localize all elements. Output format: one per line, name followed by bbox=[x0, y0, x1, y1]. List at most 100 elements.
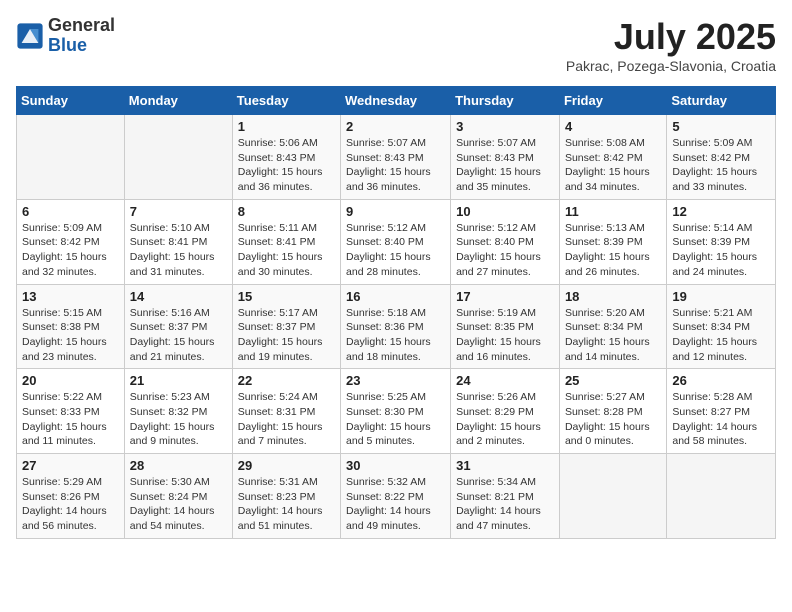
calendar-day-cell: 29 Sunrise: 5:31 AM Sunset: 8:23 PM Dayli… bbox=[232, 454, 340, 539]
calendar-day-cell: 20 Sunrise: 5:22 AM Sunset: 8:33 PM Dayli… bbox=[17, 369, 125, 454]
day-number: 3 bbox=[456, 119, 554, 134]
day-info: Sunrise: 5:14 AM Sunset: 8:39 PM Dayligh… bbox=[672, 221, 770, 280]
calendar-day-cell: 22 Sunrise: 5:24 AM Sunset: 8:31 PM Dayli… bbox=[232, 369, 340, 454]
day-info: Sunrise: 5:18 AM Sunset: 8:36 PM Dayligh… bbox=[346, 306, 445, 365]
calendar-day-cell: 18Sunrise: 5:20 AM Sunset: 8:34 PM Dayli… bbox=[559, 284, 666, 369]
day-info: Sunrise: 5:13 AM Sunset: 8:39 PM Dayligh… bbox=[565, 221, 661, 280]
day-info: Sunrise: 5:15 AM Sunset: 8:38 PM Dayligh… bbox=[22, 306, 119, 365]
logo-blue: Blue bbox=[48, 36, 115, 56]
day-info: Sunrise: 5:11 AM Sunset: 8:41 PM Dayligh… bbox=[238, 221, 335, 280]
day-info: Sunrise: 5:21 AM Sunset: 8:34 PM Dayligh… bbox=[672, 306, 770, 365]
calendar-week-row: 20 Sunrise: 5:22 AM Sunset: 8:33 PM Dayli… bbox=[17, 369, 776, 454]
day-info: Sunrise: 5:19 AM Sunset: 8:35 PM Dayligh… bbox=[456, 306, 554, 365]
day-number: 11 bbox=[565, 204, 661, 219]
calendar-day-cell: 26 Sunrise: 5:28 AM Sunset: 8:27 PM Dayli… bbox=[667, 369, 776, 454]
day-info: Sunrise: 5:31 AM Sunset: 8:23 PM Dayligh… bbox=[238, 475, 335, 534]
day-info: Sunrise: 5:07 AM Sunset: 8:43 PM Dayligh… bbox=[456, 136, 554, 195]
day-info: Sunrise: 5:09 AM Sunset: 8:42 PM Dayligh… bbox=[22, 221, 119, 280]
calendar-day-cell: 30Sunrise: 5:32 AM Sunset: 8:22 PM Dayli… bbox=[341, 454, 451, 539]
day-number: 28 bbox=[130, 458, 227, 473]
calendar-day-cell bbox=[667, 454, 776, 539]
month-title: July 2025 bbox=[566, 16, 776, 58]
calendar-day-cell: 5Sunrise: 5:09 AM Sunset: 8:42 PM Daylig… bbox=[667, 115, 776, 200]
day-number: 29 bbox=[238, 458, 335, 473]
calendar-day-cell: 15 Sunrise: 5:17 AM Sunset: 8:37 PM Dayli… bbox=[232, 284, 340, 369]
calendar-day-cell: 31Sunrise: 5:34 AM Sunset: 8:21 PM Dayli… bbox=[451, 454, 560, 539]
day-number: 9 bbox=[346, 204, 445, 219]
calendar-day-cell: 2 Sunrise: 5:07 AM Sunset: 8:43 PM Daylig… bbox=[341, 115, 451, 200]
calendar-day-cell: 6 Sunrise: 5:09 AM Sunset: 8:42 PM Daylig… bbox=[17, 199, 125, 284]
day-number: 1 bbox=[238, 119, 335, 134]
calendar-day-cell: 12 Sunrise: 5:14 AM Sunset: 8:39 PM Dayli… bbox=[667, 199, 776, 284]
page-header: General Blue July 2025 Pakrac, Pozega-Sl… bbox=[16, 16, 776, 74]
calendar-table: SundayMondayTuesdayWednesdayThursdayFrid… bbox=[16, 86, 776, 539]
day-number: 23 bbox=[346, 373, 445, 388]
day-info: Sunrise: 5:22 AM Sunset: 8:33 PM Dayligh… bbox=[22, 390, 119, 449]
title-block: July 2025 Pakrac, Pozega-Slavonia, Croat… bbox=[566, 16, 776, 74]
calendar-day-cell: 14 Sunrise: 5:16 AM Sunset: 8:37 PM Dayli… bbox=[124, 284, 232, 369]
calendar-day-cell: 11 Sunrise: 5:13 AM Sunset: 8:39 PM Dayli… bbox=[559, 199, 666, 284]
day-number: 19 bbox=[672, 289, 770, 304]
calendar-day-cell: 3 Sunrise: 5:07 AM Sunset: 8:43 PM Daylig… bbox=[451, 115, 560, 200]
day-info: Sunrise: 5:12 AM Sunset: 8:40 PM Dayligh… bbox=[346, 221, 445, 280]
calendar-day-cell: 17 Sunrise: 5:19 AM Sunset: 8:35 PM Dayli… bbox=[451, 284, 560, 369]
day-of-week-header: Wednesday bbox=[341, 87, 451, 115]
calendar-week-row: 27Sunrise: 5:29 AM Sunset: 8:26 PM Dayli… bbox=[17, 454, 776, 539]
days-of-week-row: SundayMondayTuesdayWednesdayThursdayFrid… bbox=[17, 87, 776, 115]
day-number: 6 bbox=[22, 204, 119, 219]
location: Pakrac, Pozega-Slavonia, Croatia bbox=[566, 58, 776, 74]
calendar-day-cell: 9 Sunrise: 5:12 AM Sunset: 8:40 PM Daylig… bbox=[341, 199, 451, 284]
day-of-week-header: Monday bbox=[124, 87, 232, 115]
day-of-week-header: Saturday bbox=[667, 87, 776, 115]
calendar-week-row: 1 Sunrise: 5:06 AM Sunset: 8:43 PM Daylig… bbox=[17, 115, 776, 200]
day-number: 18 bbox=[565, 289, 661, 304]
day-number: 14 bbox=[130, 289, 227, 304]
calendar-day-cell bbox=[17, 115, 125, 200]
calendar-week-row: 6 Sunrise: 5:09 AM Sunset: 8:42 PM Daylig… bbox=[17, 199, 776, 284]
day-number: 25 bbox=[565, 373, 661, 388]
calendar-day-cell: 21Sunrise: 5:23 AM Sunset: 8:32 PM Dayli… bbox=[124, 369, 232, 454]
calendar-day-cell: 13 Sunrise: 5:15 AM Sunset: 8:38 PM Dayli… bbox=[17, 284, 125, 369]
day-info: Sunrise: 5:08 AM Sunset: 8:42 PM Dayligh… bbox=[565, 136, 661, 195]
day-number: 15 bbox=[238, 289, 335, 304]
calendar-day-cell: 4 Sunrise: 5:08 AM Sunset: 8:42 PM Daylig… bbox=[559, 115, 666, 200]
day-info: Sunrise: 5:32 AM Sunset: 8:22 PM Dayligh… bbox=[346, 475, 445, 534]
day-info: Sunrise: 5:29 AM Sunset: 8:26 PM Dayligh… bbox=[22, 475, 119, 534]
calendar-header: SundayMondayTuesdayWednesdayThursdayFrid… bbox=[17, 87, 776, 115]
calendar-day-cell: 28 Sunrise: 5:30 AM Sunset: 8:24 PM Dayli… bbox=[124, 454, 232, 539]
logo-general: General bbox=[48, 16, 115, 36]
day-number: 10 bbox=[456, 204, 554, 219]
day-number: 21 bbox=[130, 373, 227, 388]
day-info: Sunrise: 5:17 AM Sunset: 8:37 PM Dayligh… bbox=[238, 306, 335, 365]
day-info: Sunrise: 5:30 AM Sunset: 8:24 PM Dayligh… bbox=[130, 475, 227, 534]
day-info: Sunrise: 5:34 AM Sunset: 8:21 PM Dayligh… bbox=[456, 475, 554, 534]
calendar-day-cell bbox=[124, 115, 232, 200]
day-of-week-header: Sunday bbox=[17, 87, 125, 115]
day-number: 22 bbox=[238, 373, 335, 388]
calendar-day-cell: 23Sunrise: 5:25 AM Sunset: 8:30 PM Dayli… bbox=[341, 369, 451, 454]
day-number: 8 bbox=[238, 204, 335, 219]
day-number: 17 bbox=[456, 289, 554, 304]
day-number: 24 bbox=[456, 373, 554, 388]
day-number: 12 bbox=[672, 204, 770, 219]
day-info: Sunrise: 5:09 AM Sunset: 8:42 PM Dayligh… bbox=[672, 136, 770, 195]
day-info: Sunrise: 5:28 AM Sunset: 8:27 PM Dayligh… bbox=[672, 390, 770, 449]
calendar-day-cell bbox=[559, 454, 666, 539]
day-of-week-header: Thursday bbox=[451, 87, 560, 115]
day-info: Sunrise: 5:16 AM Sunset: 8:37 PM Dayligh… bbox=[130, 306, 227, 365]
day-number: 13 bbox=[22, 289, 119, 304]
day-info: Sunrise: 5:07 AM Sunset: 8:43 PM Dayligh… bbox=[346, 136, 445, 195]
day-number: 20 bbox=[22, 373, 119, 388]
day-number: 2 bbox=[346, 119, 445, 134]
day-number: 16 bbox=[346, 289, 445, 304]
calendar-day-cell: 27Sunrise: 5:29 AM Sunset: 8:26 PM Dayli… bbox=[17, 454, 125, 539]
day-number: 26 bbox=[672, 373, 770, 388]
calendar-week-row: 13 Sunrise: 5:15 AM Sunset: 8:38 PM Dayli… bbox=[17, 284, 776, 369]
day-info: Sunrise: 5:06 AM Sunset: 8:43 PM Dayligh… bbox=[238, 136, 335, 195]
day-number: 4 bbox=[565, 119, 661, 134]
calendar-day-cell: 19 Sunrise: 5:21 AM Sunset: 8:34 PM Dayli… bbox=[667, 284, 776, 369]
day-info: Sunrise: 5:10 AM Sunset: 8:41 PM Dayligh… bbox=[130, 221, 227, 280]
calendar-day-cell: 16 Sunrise: 5:18 AM Sunset: 8:36 PM Dayli… bbox=[341, 284, 451, 369]
calendar-body: 1 Sunrise: 5:06 AM Sunset: 8:43 PM Daylig… bbox=[17, 115, 776, 539]
day-info: Sunrise: 5:24 AM Sunset: 8:31 PM Dayligh… bbox=[238, 390, 335, 449]
